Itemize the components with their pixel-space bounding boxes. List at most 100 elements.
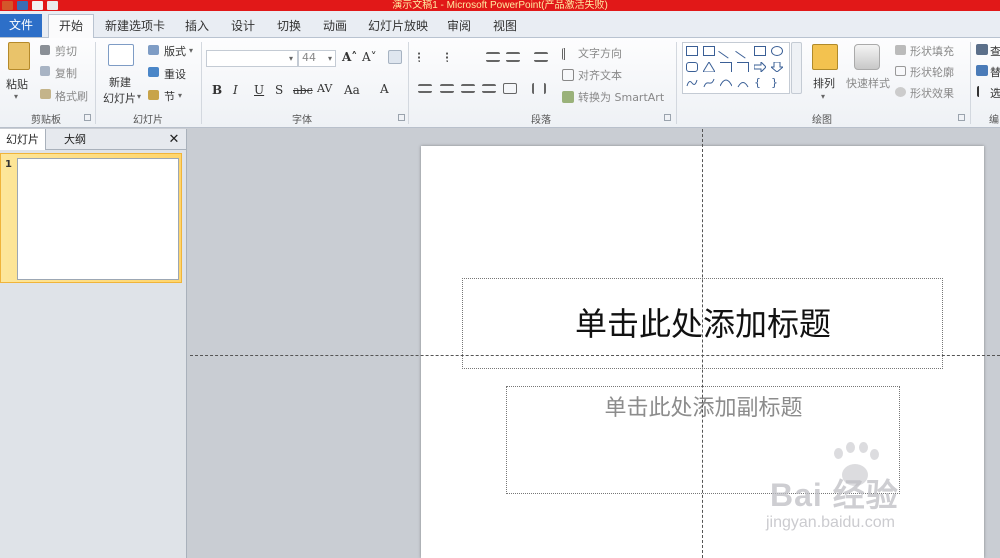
freeform-shape-icon[interactable]	[686, 78, 698, 88]
shape-effects-button[interactable]: 形状效果	[910, 85, 954, 101]
shape-outline-button[interactable]: 形状轮廓	[910, 64, 954, 80]
font-name-dropdown-icon[interactable]: ▾	[289, 54, 293, 63]
tab-review[interactable]: 审阅	[442, 15, 476, 38]
clipboard-launcher-icon[interactable]	[84, 114, 91, 121]
replace-button[interactable]: 替	[990, 64, 1000, 80]
title-placeholder-text[interactable]: 单击此处添加标题	[463, 299, 943, 345]
line-shape-icon[interactable]	[718, 43, 734, 59]
underline-button[interactable]: U	[254, 83, 264, 97]
new-slide-dropdown-icon[interactable]: ▾	[137, 92, 141, 101]
shapes-gallery[interactable]: { }	[682, 42, 790, 94]
tab-view[interactable]: 视图	[488, 15, 522, 38]
arrange-dropdown-icon[interactable]: ▾	[821, 92, 825, 101]
numbering-icon[interactable]	[446, 52, 462, 62]
drawing-launcher-icon[interactable]	[958, 114, 965, 121]
format-painter-button[interactable]: 格式刷	[55, 88, 88, 104]
right-arrow-shape-icon[interactable]	[753, 60, 767, 74]
line-spacing-icon[interactable]	[534, 52, 548, 62]
vertical-textbox-shape-icon[interactable]	[703, 46, 715, 56]
find-button[interactable]: 查	[990, 43, 1000, 59]
align-right-icon[interactable]	[461, 84, 475, 93]
text-direction-button[interactable]: 文字方向	[578, 45, 622, 61]
paste-button[interactable]: 粘贴	[6, 76, 28, 92]
new-slide-icon[interactable]	[108, 44, 134, 66]
distributed-icon[interactable]	[503, 83, 517, 94]
font-size-dropdown-icon[interactable]: ▾	[328, 54, 332, 63]
columns-icon[interactable]	[532, 83, 546, 94]
align-center-icon[interactable]	[440, 84, 454, 93]
elbow-arrow-icon[interactable]	[737, 62, 749, 72]
curve-shape-icon[interactable]	[719, 78, 733, 88]
shape-fill-button[interactable]: 形状填充	[910, 43, 954, 59]
quick-styles-icon[interactable]	[854, 44, 880, 70]
convert-smartart-button[interactable]: 转换为 SmartArt	[578, 89, 664, 105]
arc-shape-icon[interactable]	[737, 78, 749, 88]
shrink-font-icon[interactable]: A˅	[362, 50, 377, 64]
paste-icon[interactable]	[8, 42, 30, 70]
layout-button[interactable]: 版式	[164, 43, 186, 59]
new-slide-label-2[interactable]: 幻灯片	[103, 90, 136, 106]
layout-dropdown-icon[interactable]: ▾	[189, 46, 193, 55]
undo-icon[interactable]	[32, 1, 43, 10]
elbow-connector-icon[interactable]	[720, 62, 732, 72]
triangle-shape-icon[interactable]	[702, 61, 716, 73]
align-text-button[interactable]: 对齐文本	[578, 67, 622, 83]
section-dropdown-icon[interactable]: ▾	[178, 91, 182, 100]
font-launcher-icon[interactable]	[398, 114, 405, 121]
increase-indent-icon[interactable]	[506, 52, 520, 62]
gallery-scroll-icon[interactable]	[791, 42, 802, 94]
tab-outline[interactable]: 大纲	[50, 129, 100, 150]
quick-styles-button[interactable]: 快速样式	[846, 75, 890, 91]
select-button[interactable]: 选	[990, 85, 1000, 101]
italic-button[interactable]: I	[233, 83, 238, 97]
close-pane-icon[interactable]: ✕	[164, 129, 184, 150]
redo-icon[interactable]	[47, 1, 58, 10]
arrange-button[interactable]: 排列	[813, 75, 835, 91]
tab-design[interactable]: 设计	[226, 15, 260, 38]
grow-font-icon[interactable]: A˄	[342, 50, 357, 64]
cut-button[interactable]: 剪切	[55, 43, 77, 59]
save-icon[interactable]	[17, 1, 28, 10]
oval-shape-icon[interactable]	[771, 46, 783, 56]
font-color-icon[interactable]: A	[380, 82, 389, 96]
paste-dropdown-icon[interactable]: ▾	[14, 92, 18, 101]
copy-button[interactable]: 复制	[55, 65, 77, 81]
align-left-icon[interactable]	[418, 84, 432, 93]
slide-thumbnail[interactable]	[17, 158, 179, 280]
tab-transitions[interactable]: 切换	[272, 15, 306, 38]
bullets-icon[interactable]	[418, 52, 434, 62]
change-case-icon[interactable]: Aa	[344, 83, 360, 97]
new-slide-label-1[interactable]: 新建	[109, 74, 131, 90]
strikethrough-button[interactable]: abc	[293, 84, 313, 97]
font-name-combo[interactable]	[206, 50, 298, 67]
scribble-shape-icon[interactable]	[703, 78, 715, 88]
shadow-button[interactable]: S	[275, 83, 283, 97]
rounded-rectangle-shape-icon[interactable]	[686, 62, 698, 72]
rectangle-shape-icon[interactable]	[754, 46, 766, 56]
bold-button[interactable]: B	[212, 83, 222, 97]
powerpoint-icon[interactable]	[2, 1, 13, 10]
subtitle-placeholder-text[interactable]: 单击此处添加副标题	[507, 390, 900, 422]
arrow-shape-icon[interactable]	[735, 43, 751, 59]
character-spacing-icon[interactable]: AV	[317, 82, 332, 95]
left-brace-shape-icon[interactable]: {	[754, 77, 766, 88]
decrease-indent-icon[interactable]	[486, 52, 500, 62]
right-brace-shape-icon[interactable]: }	[771, 77, 783, 88]
arrange-icon[interactable]	[812, 44, 838, 70]
justify-icon[interactable]	[482, 84, 496, 93]
tab-slideshow[interactable]: 幻灯片放映	[366, 15, 430, 38]
tab-home[interactable]: 开始	[48, 14, 94, 39]
vertical-guide[interactable]	[702, 129, 703, 558]
textbox-shape-icon[interactable]	[686, 46, 698, 56]
horizontal-guide[interactable]	[190, 355, 1000, 356]
down-arrow-shape-icon[interactable]	[769, 61, 785, 73]
tab-new[interactable]: 新建选项卡	[104, 15, 166, 38]
tab-insert[interactable]: 插入	[180, 15, 214, 38]
tab-file[interactable]: 文件	[0, 14, 42, 37]
reset-button[interactable]: 重设	[164, 66, 186, 82]
slide-thumbnail-row[interactable]: 1	[0, 153, 182, 283]
tab-animations[interactable]: 动画	[318, 15, 352, 38]
paragraph-launcher-icon[interactable]	[664, 114, 671, 121]
clear-formatting-icon[interactable]	[388, 50, 402, 64]
tab-slides[interactable]: 幻灯片	[0, 129, 46, 150]
